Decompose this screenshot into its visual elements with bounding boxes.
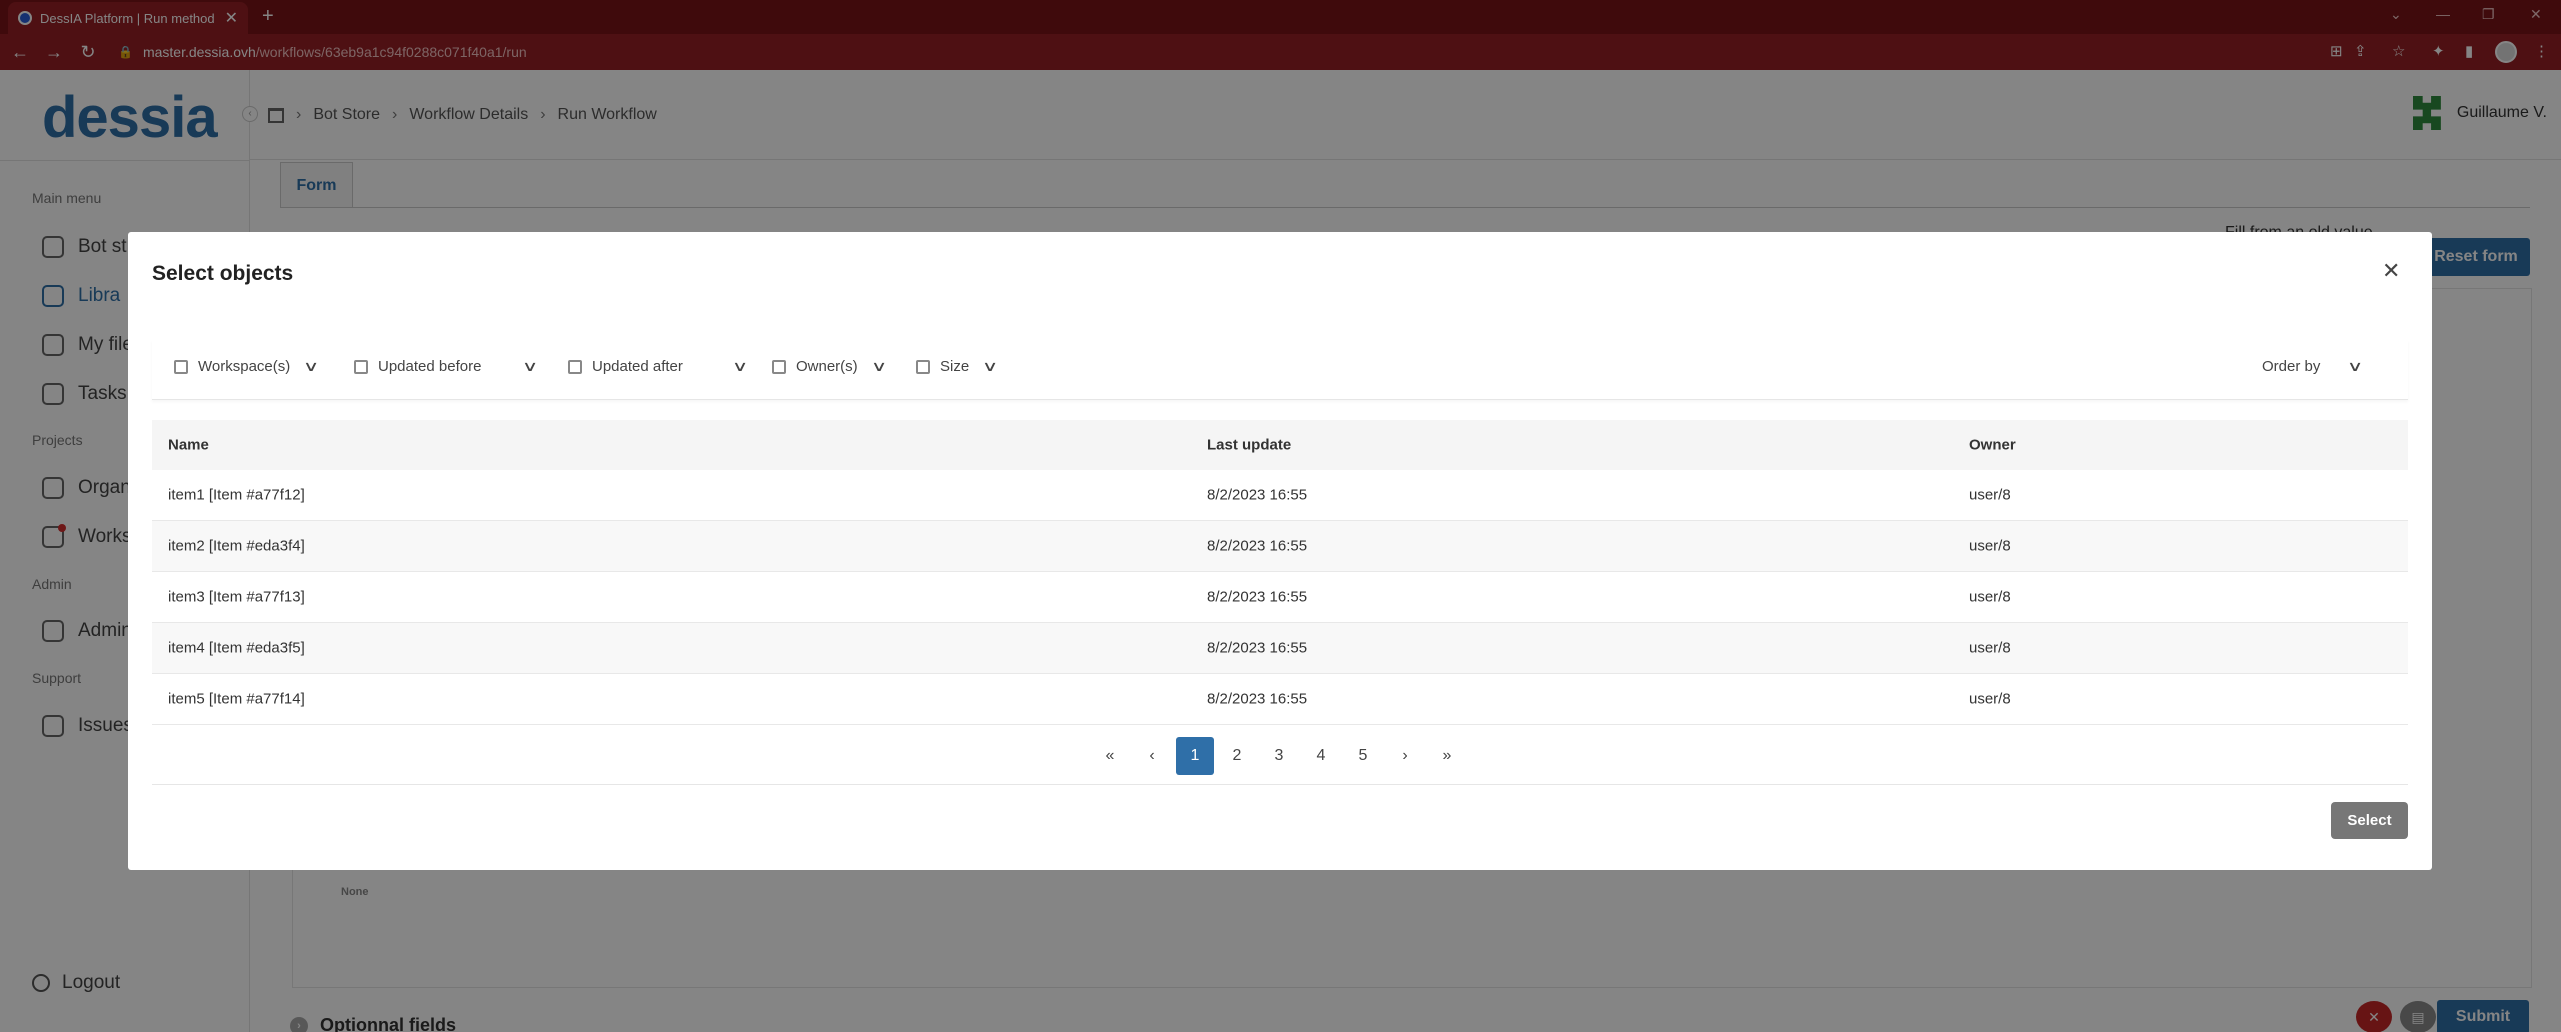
column-header-last-update[interactable]: Last update — [1207, 437, 1291, 454]
page-button-2[interactable]: 2 — [1218, 737, 1256, 775]
calendar-icon — [568, 359, 582, 374]
cell-owner: user/8 — [1969, 486, 2011, 504]
filter-label: Workspace(s) — [198, 358, 291, 375]
size-filter[interactable]: Size ∨ — [916, 358, 999, 375]
workspace-icon — [174, 359, 188, 374]
modal-title: Select objects — [152, 262, 294, 285]
page-button-5[interactable]: 5 — [1344, 737, 1382, 775]
cell-name: item5 [Item #a77f14] — [168, 690, 305, 708]
column-header-owner[interactable]: Owner — [1969, 437, 2016, 454]
page-button-1[interactable]: 1 — [1176, 737, 1214, 775]
first-page-icon[interactable]: « — [1091, 737, 1129, 775]
cell-last-update: 8/2/2023 16:55 — [1207, 639, 1308, 657]
updated-before-filter[interactable]: Updated before ∨ — [354, 358, 539, 375]
next-page-icon[interactable]: › — [1386, 737, 1424, 775]
chevron-down-icon: ∨ — [870, 358, 887, 374]
page-button-4[interactable]: 4 — [1302, 737, 1340, 775]
select-objects-modal: Select objects ✕ Workspace(s) ∨ Updated b… — [128, 232, 2432, 870]
cell-name: item1 [Item #a77f12] — [168, 486, 305, 504]
table-row[interactable]: item4 [Item #eda3f5] 8/2/2023 16:55 user… — [152, 623, 2408, 674]
cell-last-update: 8/2/2023 16:55 — [1207, 537, 1308, 555]
chevron-down-icon: ∨ — [982, 358, 999, 374]
column-header-name[interactable]: Name — [168, 437, 209, 454]
close-icon[interactable]: ✕ — [2382, 258, 2400, 284]
table-row[interactable]: item2 [Item #eda3f4] 8/2/2023 16:55 user… — [152, 521, 2408, 572]
table-row[interactable]: item3 [Item #a77f13] 8/2/2023 16:55 user… — [152, 572, 2408, 623]
page-button-3[interactable]: 3 — [1260, 737, 1298, 775]
owner-filter[interactable]: Owner(s) ∨ — [772, 358, 887, 375]
previous-page-icon[interactable]: ‹ — [1133, 737, 1171, 775]
order-by-label: Order by — [2262, 358, 2321, 375]
cell-owner: user/8 — [1969, 690, 2011, 708]
cell-last-update: 8/2/2023 16:55 — [1207, 690, 1308, 708]
filter-label: Owner(s) — [796, 358, 858, 375]
table-row[interactable]: item5 [Item #a77f14] 8/2/2023 16:55 user… — [152, 674, 2408, 725]
workspace-filter[interactable]: Workspace(s) ∨ — [174, 358, 320, 375]
pagination: « ‹ 1 2 3 4 5 › » — [128, 737, 2432, 777]
filter-label: Updated after — [592, 358, 683, 375]
cell-owner: user/8 — [1969, 537, 2011, 555]
objects-table: Name Last update Owner item1 [Item #a77f… — [152, 420, 2408, 725]
filter-label: Size — [940, 358, 970, 375]
filter-bar: Workspace(s) ∨ Updated before ∨ Updated af… — [152, 340, 2408, 400]
cell-name: item2 [Item #eda3f4] — [168, 537, 305, 555]
chevron-down-icon: ∨ — [2347, 358, 2364, 374]
table-row[interactable]: item1 [Item #a77f12] 8/2/2023 16:55 user… — [152, 470, 2408, 521]
calendar-icon — [354, 359, 368, 374]
select-button[interactable]: Select — [2331, 802, 2408, 839]
cell-last-update: 8/2/2023 16:55 — [1207, 486, 1308, 504]
chevron-down-icon: ∨ — [303, 358, 320, 374]
cell-name: item3 [Item #a77f13] — [168, 588, 305, 606]
updated-after-filter[interactable]: Updated after ∨ — [568, 358, 749, 375]
order-by-dropdown[interactable]: Order by ∨ — [2262, 358, 2364, 375]
cell-owner: user/8 — [1969, 588, 2011, 606]
cell-name: item4 [Item #eda3f5] — [168, 639, 305, 657]
modal-footer-divider — [152, 784, 2408, 785]
chevron-down-icon: ∨ — [522, 358, 539, 374]
table-header: Name Last update Owner — [152, 420, 2408, 470]
chevron-down-icon: ∨ — [731, 358, 749, 374]
filter-label: Updated before — [378, 358, 482, 375]
users-icon — [772, 359, 786, 374]
database-icon — [916, 359, 930, 374]
cell-last-update: 8/2/2023 16:55 — [1207, 588, 1308, 606]
last-page-icon[interactable]: » — [1428, 737, 1466, 775]
cell-owner: user/8 — [1969, 639, 2011, 657]
